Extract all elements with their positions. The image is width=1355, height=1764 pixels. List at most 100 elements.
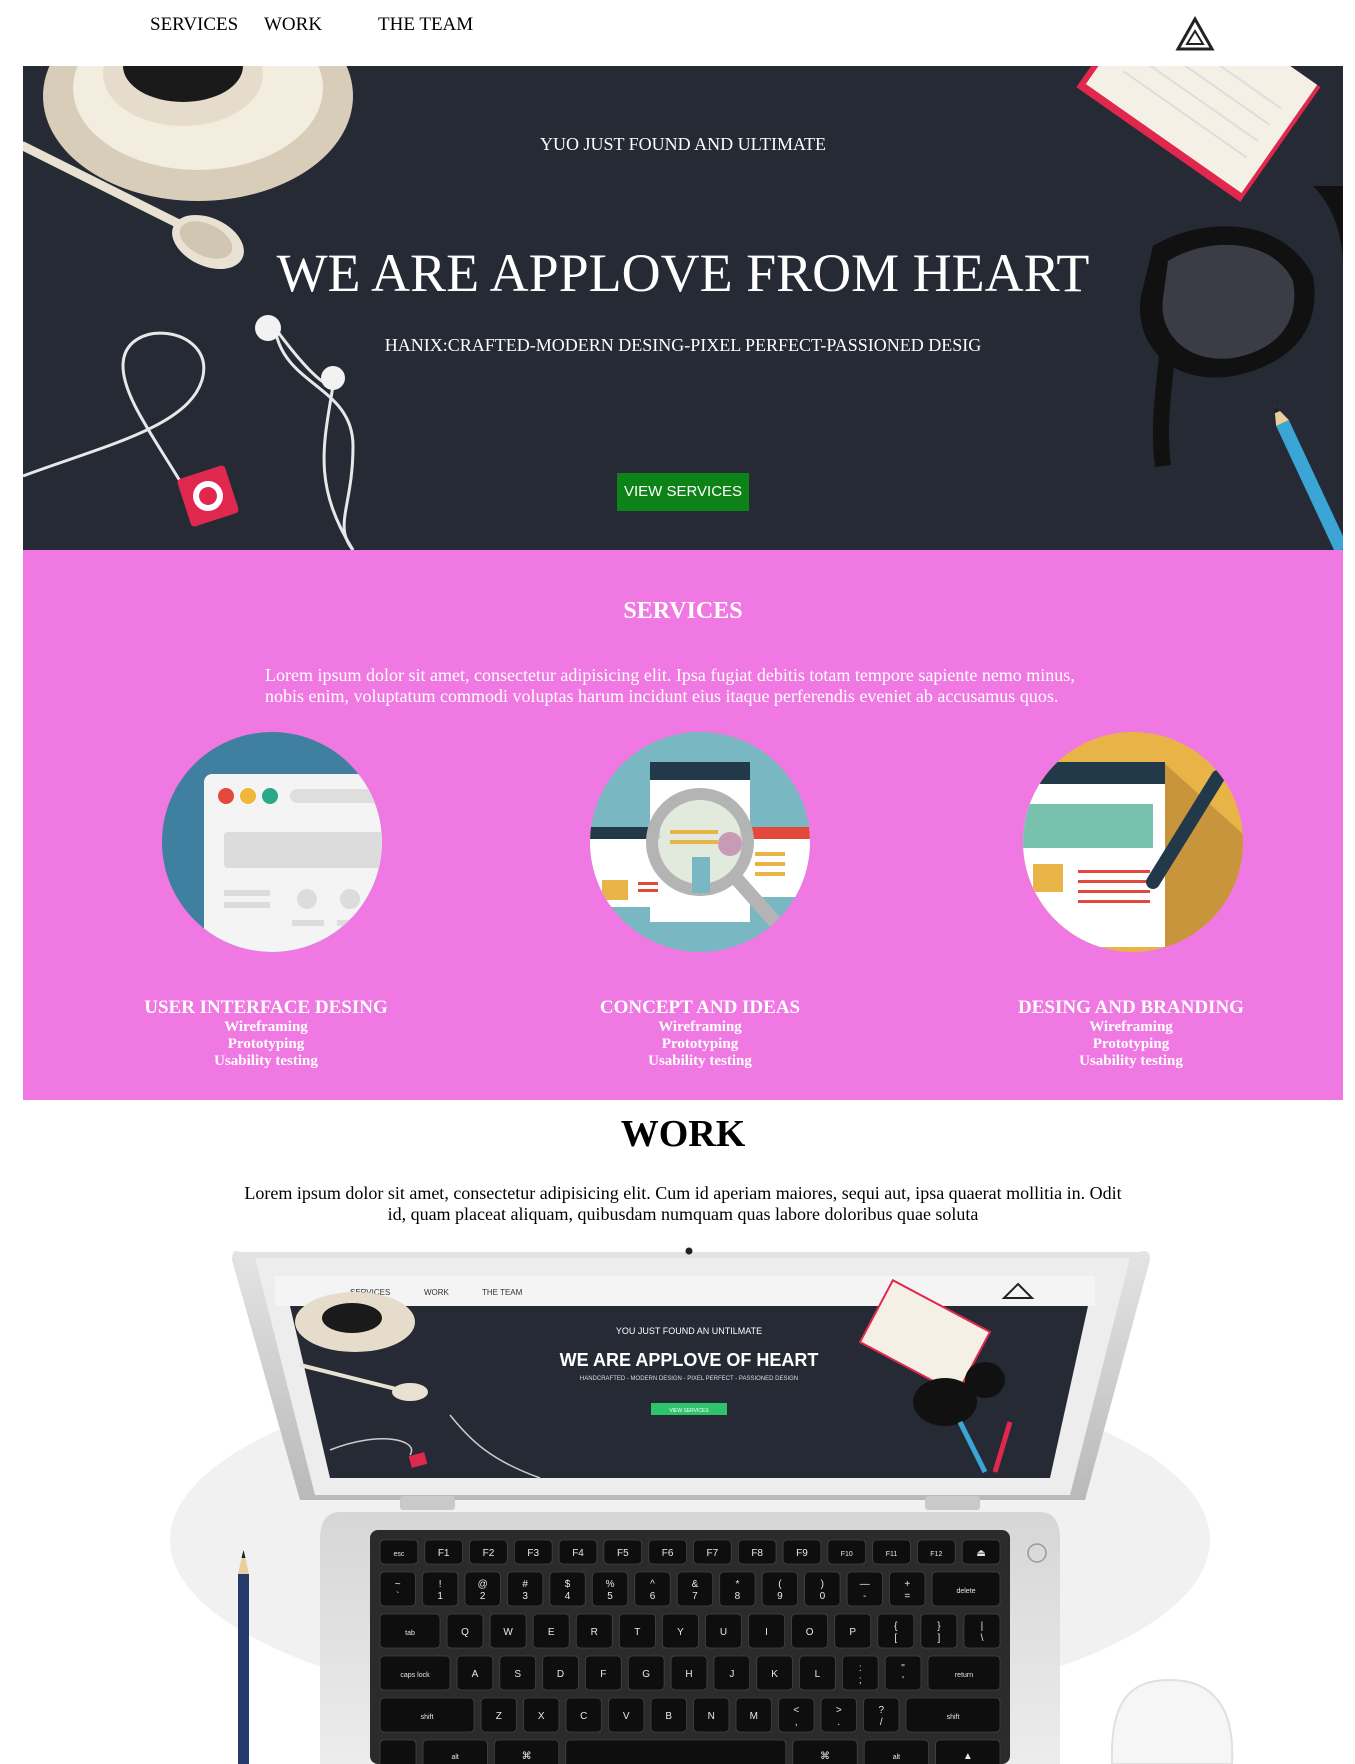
service-feature-item: Wireframing bbox=[224, 1019, 308, 1035]
keyboard-key-label: esc bbox=[393, 1551, 404, 1558]
keyboard-key: F bbox=[585, 1655, 622, 1691]
keyboard-key: F9 bbox=[782, 1539, 822, 1565]
keyboard-key: alt bbox=[422, 1739, 488, 1764]
keyboard-key: —- bbox=[846, 1571, 883, 1607]
keyboard-key bbox=[565, 1739, 787, 1764]
keyboard-key-label: U bbox=[720, 1627, 727, 1638]
keyboard-key-label: 6 bbox=[650, 1591, 656, 1602]
keyboard-key: ~` bbox=[379, 1571, 416, 1607]
keyboard-key: {[ bbox=[877, 1613, 915, 1649]
nav-services-link[interactable]: SERVICES bbox=[150, 14, 238, 36]
keyboard-key-label: D bbox=[557, 1669, 564, 1680]
keyboard-key: Y bbox=[661, 1613, 699, 1649]
service-feature-item: Usability testing bbox=[1079, 1053, 1183, 1069]
triangle-logo-icon[interactable] bbox=[1175, 16, 1215, 52]
keyboard-key: ⏏ bbox=[961, 1539, 1001, 1565]
services-heading: SERVICES bbox=[623, 598, 743, 624]
service-feature-list: Wireframing Prototyping Usability testin… bbox=[981, 1019, 1281, 1070]
pencil-icon bbox=[1274, 404, 1343, 550]
keyboard-key: tab bbox=[379, 1613, 441, 1649]
top-navigation: SERVICES WORK THE TEAM bbox=[0, 0, 1355, 66]
keyboard-key: X bbox=[523, 1697, 560, 1733]
keyboard-key-label: ⏏ bbox=[976, 1548, 985, 1559]
keyboard-key-label: F6 bbox=[662, 1548, 674, 1559]
keyboard-key-label: ▲ bbox=[963, 1751, 973, 1762]
view-services-button[interactable]: VIEW SERVICES bbox=[617, 473, 749, 511]
keyboard-key-label: V bbox=[623, 1711, 630, 1722]
keyboard-key: <, bbox=[778, 1697, 815, 1733]
keyboard-key-label: . bbox=[837, 1717, 840, 1728]
keyboard-key-label: F4 bbox=[572, 1548, 584, 1559]
keyboard-key-label: + bbox=[904, 1579, 910, 1590]
keyboard-key-label: H bbox=[685, 1669, 692, 1680]
keyboard-key: H bbox=[670, 1655, 708, 1691]
keyboard-key: C bbox=[565, 1697, 602, 1733]
keyboard-key-label: ⌘ bbox=[522, 1751, 532, 1762]
keyboard-key-label: F10 bbox=[841, 1551, 853, 1558]
service-feature-list: Wireframing Prototyping Usability testin… bbox=[550, 1019, 850, 1070]
browser-window-icon bbox=[162, 732, 382, 952]
keyboard-key-label: 9 bbox=[777, 1591, 783, 1602]
keyboard-key-label: X bbox=[538, 1711, 545, 1722]
keyboard-key-label: @ bbox=[478, 1579, 488, 1590]
keyboard-key-label: ; bbox=[859, 1675, 862, 1686]
hero-tagline: HANIX:CRAFTED-MODERN DESING-PIXEL PERFEC… bbox=[384, 335, 982, 355]
glasses-icon bbox=[1139, 186, 1343, 467]
keyboard-key-label: tab bbox=[405, 1630, 415, 1637]
keyboard-key: alt bbox=[863, 1739, 929, 1764]
keyboard-key-label: C bbox=[580, 1711, 587, 1722]
music-player-icon bbox=[177, 465, 239, 527]
keyboard-key-label: 5 bbox=[607, 1591, 613, 1602]
keyboard-key-label: Z bbox=[496, 1711, 502, 1722]
keyboard-key-label: ! bbox=[439, 1579, 442, 1590]
keyboard-key: L bbox=[799, 1655, 836, 1691]
nav-work-link[interactable]: WORK bbox=[264, 14, 322, 36]
keyboard-key-label: | bbox=[981, 1621, 984, 1632]
screen-title: WE ARE APPLOVE OF HEART bbox=[560, 1350, 819, 1370]
keyboard-key: F2 bbox=[469, 1539, 508, 1565]
keyboard-key-label: ? bbox=[878, 1705, 884, 1716]
hero-subtitle: YUO JUST FOUND AND ULTIMATE bbox=[539, 134, 827, 154]
service-feature-item: Wireframing bbox=[658, 1019, 742, 1035]
keyboard-key: (9 bbox=[761, 1571, 799, 1607]
keyboard-key-label: return bbox=[955, 1672, 973, 1679]
keyboard-key: U bbox=[705, 1613, 742, 1649]
keyboard-key-label: G bbox=[642, 1669, 650, 1680]
laptop-screen: SERVICES WORK THE TEAM YOU JUST FOUND AN… bbox=[275, 1276, 1095, 1479]
keyboard-key-label: F8 bbox=[751, 1548, 763, 1559]
hero-title: WE ARE APPLOVE FROM HEART bbox=[276, 243, 1090, 303]
keyboard-key-label: F9 bbox=[796, 1548, 808, 1559]
screen-subtitle: YOU JUST FOUND AN UNTILMATE bbox=[616, 1326, 762, 1336]
keyboard-key: R bbox=[575, 1613, 613, 1649]
keyboard-key-label: 8 bbox=[735, 1591, 741, 1602]
keyboard-key-label: caps lock bbox=[400, 1672, 430, 1679]
keyboard-key-label: ⌘ bbox=[820, 1751, 830, 1762]
keyboard-key-label: E bbox=[548, 1627, 555, 1638]
keyboard-key: V bbox=[608, 1697, 645, 1733]
keyboard-key: |\ bbox=[963, 1613, 1001, 1649]
keyboard-key: F10 bbox=[827, 1539, 867, 1565]
keyboard-key-label: R bbox=[591, 1627, 598, 1638]
keyboard-key-label: alt bbox=[451, 1754, 458, 1761]
keyboard-key-label: - bbox=[863, 1591, 866, 1602]
screen-nav-team: THE TEAM bbox=[482, 1288, 523, 1297]
keyboard-key-label: ^ bbox=[650, 1579, 655, 1590]
keyboard-key: F3 bbox=[513, 1539, 553, 1565]
keyboard-key-label: F2 bbox=[483, 1548, 495, 1559]
keyboard-key: T bbox=[618, 1613, 656, 1649]
nav-team-link[interactable]: THE TEAM bbox=[378, 14, 473, 36]
keyboard-key-label: F3 bbox=[527, 1548, 539, 1559]
keyboard-key-label: W bbox=[503, 1627, 513, 1638]
laptop-mockup-image: SERVICES WORK THE TEAM YOU JUST FOUND AN… bbox=[170, 1247, 1234, 1764]
service-feature-item: Wireframing bbox=[1089, 1019, 1173, 1035]
earbud-right-icon bbox=[321, 366, 345, 390]
service-feature-item: Prototyping bbox=[661, 1036, 739, 1052]
keyboard-key: F1 bbox=[424, 1539, 463, 1565]
keyboard-key: N bbox=[693, 1697, 730, 1733]
keyboard-key: D bbox=[542, 1655, 579, 1691]
keyboard-key-label: $ bbox=[565, 1579, 571, 1590]
keyboard-key-label: alt bbox=[893, 1754, 900, 1761]
magnifier-concept-icon bbox=[590, 732, 810, 952]
keyboard-key: G bbox=[627, 1655, 665, 1691]
keyboard-key-label: / bbox=[880, 1717, 883, 1728]
